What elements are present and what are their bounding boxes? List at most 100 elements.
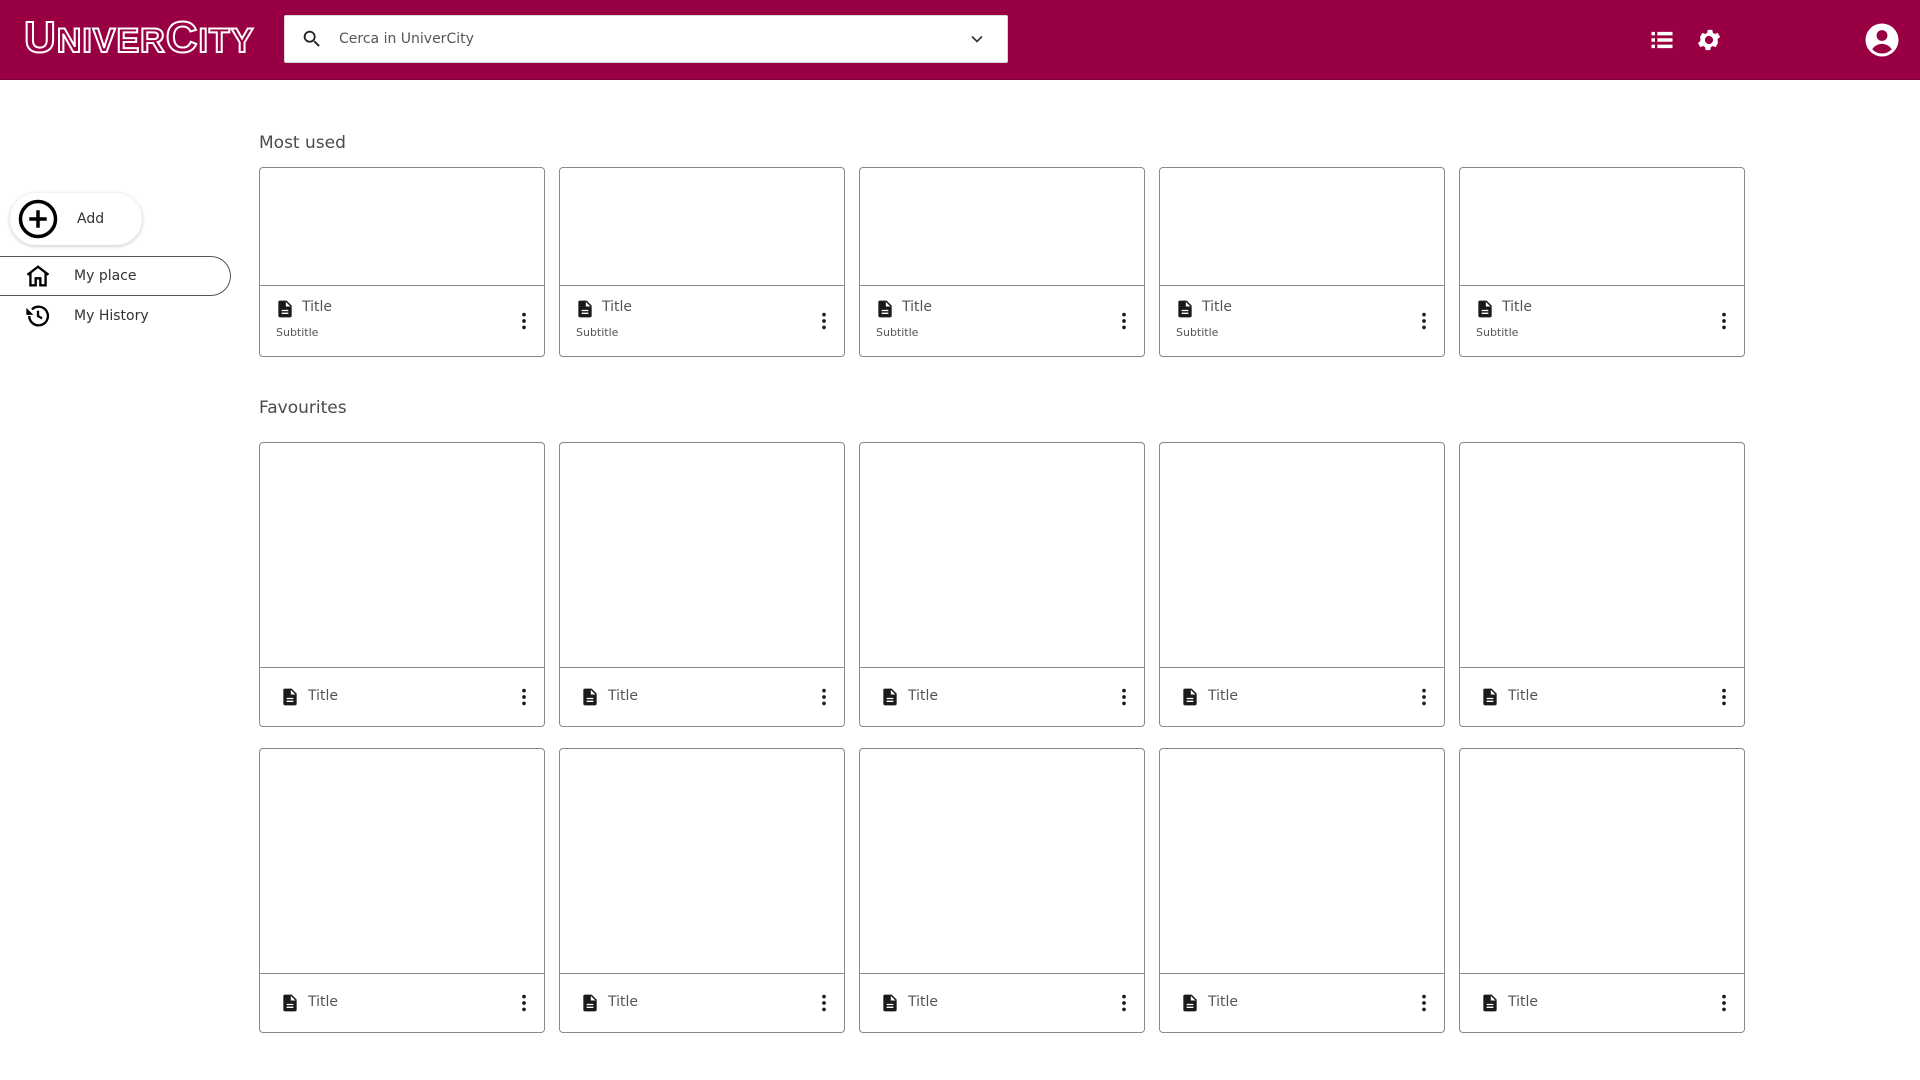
more-vert-icon[interactable] xyxy=(513,310,535,332)
document-icon xyxy=(883,688,897,706)
home-icon xyxy=(26,265,50,287)
more-vert-icon[interactable] xyxy=(513,992,535,1014)
more-vert-icon[interactable] xyxy=(813,310,835,332)
more-vert-icon[interactable] xyxy=(1713,686,1735,708)
univercity-logo[interactable]: UNIVERCITY xyxy=(23,10,254,66)
content-card[interactable]: Title xyxy=(259,748,545,1033)
card-title: Title xyxy=(602,299,633,315)
card-media[interactable] xyxy=(1460,168,1744,286)
more-vert-icon[interactable] xyxy=(813,992,835,1014)
content-card[interactable]: Title xyxy=(559,442,845,727)
card-footer: Title xyxy=(260,668,544,726)
more-vert-icon[interactable] xyxy=(1413,686,1435,708)
card-footer: Subtitle Title xyxy=(260,286,544,356)
card-title: Title xyxy=(1508,688,1539,704)
card-footer: Title xyxy=(860,668,1144,726)
card-title: Title xyxy=(308,688,339,704)
card-media[interactable] xyxy=(1160,749,1444,974)
more-vert-icon[interactable] xyxy=(813,686,835,708)
content-card[interactable]: Title xyxy=(859,748,1145,1033)
section-title-most-used: Most used xyxy=(259,133,346,153)
content-card[interactable]: Title xyxy=(1459,442,1745,727)
card-media[interactable] xyxy=(860,443,1144,668)
document-icon xyxy=(583,994,597,1012)
history-icon xyxy=(26,305,50,327)
card-title: Title xyxy=(902,299,933,315)
card-media[interactable] xyxy=(1160,168,1444,286)
more-vert-icon[interactable] xyxy=(1713,310,1735,332)
card-title: Title xyxy=(908,994,939,1010)
content-card[interactable]: Title xyxy=(1159,442,1445,727)
card-footer: Title xyxy=(860,974,1144,1032)
card-media[interactable] xyxy=(1460,749,1744,974)
card-media[interactable] xyxy=(260,168,544,286)
add-button-label: Add xyxy=(77,211,105,227)
card-media[interactable] xyxy=(860,168,1144,286)
card-footer: Title xyxy=(1160,668,1444,726)
content-card[interactable]: Title xyxy=(859,442,1145,727)
document-icon xyxy=(283,994,297,1012)
card-title: Title xyxy=(308,994,339,1010)
account-icon[interactable] xyxy=(1864,22,1900,58)
list-icon[interactable] xyxy=(1648,26,1676,54)
content-card[interactable]: Subtitle Title xyxy=(1459,167,1745,357)
sidebar-item-label: My History xyxy=(74,308,149,324)
card-title: Title xyxy=(608,688,639,704)
content-card[interactable]: Subtitle Title xyxy=(559,167,845,357)
document-icon xyxy=(583,688,597,706)
card-footer: Title xyxy=(260,974,544,1032)
card-footer: Title xyxy=(560,974,844,1032)
more-vert-icon[interactable] xyxy=(1413,310,1435,332)
document-icon xyxy=(878,300,892,318)
more-vert-icon[interactable] xyxy=(1413,992,1435,1014)
add-button[interactable]: Add xyxy=(10,193,142,245)
card-media[interactable] xyxy=(560,749,844,974)
more-vert-icon[interactable] xyxy=(1113,992,1135,1014)
document-icon xyxy=(283,688,297,706)
search-input[interactable] xyxy=(339,16,967,62)
content-card[interactable]: Subtitle Title xyxy=(259,167,545,357)
content-card[interactable]: Title xyxy=(559,748,845,1033)
card-media[interactable] xyxy=(260,749,544,974)
card-footer: Title xyxy=(1460,668,1744,726)
card-subtitle: Subtitle xyxy=(276,326,319,339)
card-media[interactable] xyxy=(560,443,844,668)
chevron-down-icon[interactable] xyxy=(967,29,987,49)
card-media[interactable] xyxy=(1460,443,1744,668)
document-icon xyxy=(578,300,592,318)
search-bar[interactable] xyxy=(284,15,1008,63)
content-card[interactable]: Subtitle Title xyxy=(1159,167,1445,357)
content-card[interactable]: Subtitle Title xyxy=(859,167,1145,357)
card-media[interactable] xyxy=(560,168,844,286)
more-vert-icon[interactable] xyxy=(1113,310,1135,332)
document-icon xyxy=(1483,688,1497,706)
add-circle-icon xyxy=(18,199,58,239)
sidebar-item-my-history[interactable]: My History xyxy=(0,296,231,336)
document-icon xyxy=(1183,688,1197,706)
card-media[interactable] xyxy=(860,749,1144,974)
more-vert-icon[interactable] xyxy=(513,686,535,708)
card-media[interactable] xyxy=(1160,443,1444,668)
content-card[interactable]: Title xyxy=(1459,748,1745,1033)
card-title: Title xyxy=(302,299,333,315)
content-card[interactable]: Title xyxy=(1159,748,1445,1033)
document-icon xyxy=(883,994,897,1012)
content-card[interactable]: Title xyxy=(259,442,545,727)
card-media[interactable] xyxy=(260,443,544,668)
card-title: Title xyxy=(1502,299,1533,315)
card-footer: Title xyxy=(1460,974,1744,1032)
document-icon xyxy=(1178,300,1192,318)
more-vert-icon[interactable] xyxy=(1113,686,1135,708)
gear-icon[interactable] xyxy=(1695,26,1723,54)
card-subtitle: Subtitle xyxy=(576,326,619,339)
card-subtitle: Subtitle xyxy=(1476,326,1519,339)
search-icon xyxy=(303,30,320,47)
card-title: Title xyxy=(1202,299,1233,315)
card-subtitle: Subtitle xyxy=(1176,326,1219,339)
card-title: Title xyxy=(1508,994,1539,1010)
card-footer: Subtitle Title xyxy=(860,286,1144,356)
document-icon xyxy=(1183,994,1197,1012)
sidebar-item-my-place[interactable]: My place xyxy=(0,256,231,296)
more-vert-icon[interactable] xyxy=(1713,992,1735,1014)
card-title: Title xyxy=(608,994,639,1010)
